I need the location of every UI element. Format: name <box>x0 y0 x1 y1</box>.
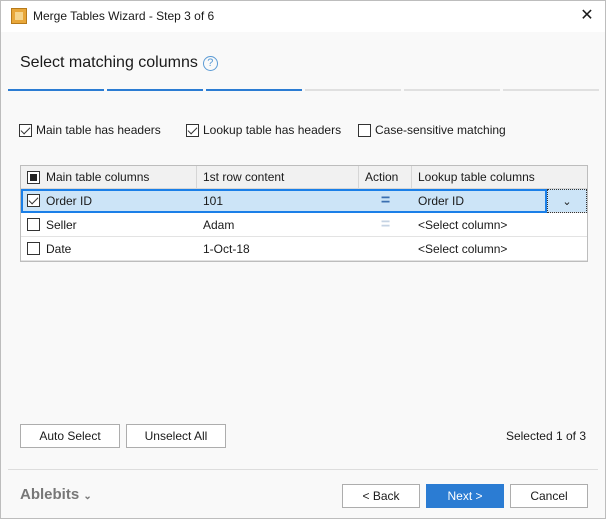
checkbox-icon[interactable] <box>358 123 371 137</box>
action-cell <box>359 237 412 260</box>
header-label: Main table columns <box>46 170 150 184</box>
window-title: Merge Tables Wizard - Step 3 of 6 <box>33 9 215 23</box>
lookup-column-select[interactable]: <Select column> <box>412 213 587 236</box>
main-column-cell: Order ID <box>21 189 197 212</box>
close-button[interactable]: ✕ <box>577 5 597 27</box>
step-5-indicator <box>404 89 500 91</box>
checkbox-icon[interactable] <box>186 123 199 137</box>
equals-icon: = <box>380 191 391 209</box>
header-lookup-columns[interactable]: Lookup table columns <box>412 166 587 188</box>
wizard-window: Merge Tables Wizard - Step 3 of 6 ✕ Sele… <box>0 0 606 519</box>
header-main-columns[interactable]: Main table columns <box>21 166 197 188</box>
content-cell: 101 <box>203 193 224 208</box>
chevron-down-icon: ⌄ <box>83 491 92 502</box>
lookup-column-select[interactable]: <Select column> <box>412 237 587 260</box>
title-bar: Merge Tables Wizard - Step 3 of 6 ✕ <box>1 1 605 32</box>
row-checkbox[interactable] <box>27 242 40 255</box>
table-row[interactable]: Date 1-Oct-18 <Select column> <box>21 237 587 261</box>
content-cell: 1-Oct-18 <box>203 241 250 256</box>
select-all-checkbox[interactable] <box>27 170 40 184</box>
main-column-cell: Seller <box>21 213 197 236</box>
brand-label: Ablebits <box>20 486 80 503</box>
next-button[interactable]: Next > <box>426 484 504 508</box>
header-first-row[interactable]: 1st row content <box>197 166 359 188</box>
main-has-headers-checkbox[interactable]: Main table has headers <box>19 123 161 137</box>
auto-select-button[interactable]: Auto Select <box>20 424 120 448</box>
help-icon[interactable]: ? <box>202 56 218 71</box>
content-cell: Adam <box>203 217 235 232</box>
case-sensitive-checkbox[interactable]: Case-sensitive matching <box>358 123 506 137</box>
table-row[interactable]: Order ID 101 = Order ID ⌄ <box>21 189 587 213</box>
cell-text: Date <box>46 241 72 256</box>
option-label: Case-sensitive matching <box>375 123 506 137</box>
chevron-down-icon[interactable]: ⌄ <box>547 189 587 213</box>
step-2-indicator <box>107 89 203 91</box>
table-row[interactable]: Seller Adam = <Select column> <box>21 213 587 237</box>
option-label: Main table has headers <box>36 123 161 137</box>
equals-icon: = <box>380 215 391 233</box>
cell-text: Seller <box>46 217 77 232</box>
step-4-indicator <box>305 89 401 91</box>
cancel-button[interactable]: Cancel <box>510 484 588 508</box>
footer-divider <box>8 469 598 470</box>
unselect-all-button[interactable]: Unselect All <box>126 424 226 448</box>
checkbox-icon[interactable] <box>19 123 32 137</box>
page-title-text: Select matching columns <box>20 54 198 71</box>
row-checkbox[interactable] <box>27 218 40 231</box>
ablebits-menu[interactable]: Ablebits ⌄ <box>20 486 92 503</box>
matching-columns-table: Main table columns 1st row content Actio… <box>20 165 588 262</box>
step-6-indicator <box>503 89 599 91</box>
page-title: Select matching columns? <box>20 54 218 72</box>
table-header: Main table columns 1st row content Actio… <box>21 166 587 189</box>
step-1-indicator <box>8 89 104 91</box>
main-column-cell: Date <box>21 237 197 260</box>
header-action[interactable]: Action <box>359 166 412 188</box>
app-icon <box>11 8 27 24</box>
selection-status: Selected 1 of 3 <box>505 429 586 443</box>
cell-text: Order ID <box>46 193 93 208</box>
lookup-has-headers-checkbox[interactable]: Lookup table has headers <box>186 123 341 137</box>
back-button[interactable]: < Back <box>342 484 420 508</box>
row-checkbox[interactable] <box>27 194 40 207</box>
step-3-indicator <box>206 89 302 91</box>
option-label: Lookup table has headers <box>203 123 342 137</box>
